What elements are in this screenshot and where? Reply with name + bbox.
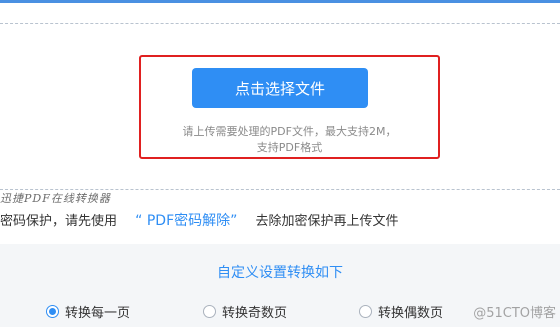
radio-convert-even-pages[interactable]: 转换偶数页 (359, 302, 443, 321)
radio-convert-odd-pages[interactable]: 转换奇数页 (203, 302, 287, 321)
pdf-password-removal-link[interactable]: “ PDF密码解除” (135, 213, 237, 229)
radio-label-odd-pages: 转换奇数页 (222, 306, 288, 321)
select-file-button[interactable]: 点击选择文件 (192, 68, 368, 108)
radio-label-even-pages: 转换偶数页 (378, 306, 444, 321)
radio-unchecked-icon[interactable] (359, 305, 372, 318)
notice-text-after: 去除加密保护再上传文件 (255, 214, 399, 229)
upload-area[interactable]: 点击选择文件 请上传需要处理的PDF文件，最大支持2M， 支持PDF格式 (0, 3, 560, 190)
radio-unchecked-icon[interactable] (203, 305, 216, 318)
notice-text-before: 密码保护，请先使用 (0, 214, 118, 229)
radio-label-every-page: 转换每一页 (65, 306, 131, 321)
handwritten-caption: 迅捷PDF在线转换器 (0, 192, 111, 205)
dashed-divider-top (0, 23, 560, 24)
password-notice: 密码保护，请先使用 “ PDF密码解除” 去除加密保护再上传文件 (0, 210, 399, 230)
site-watermark: @51CTO博客 (473, 306, 556, 321)
radio-checked-icon[interactable] (46, 305, 59, 318)
conversion-settings-panel: 自定义设置转换如下 转换每一页 转换奇数页 转换偶数页 @51CTO博客 (0, 244, 560, 327)
settings-title: 自定义设置转换如下 (217, 265, 343, 281)
radio-convert-every-page[interactable]: 转换每一页 (46, 302, 130, 321)
upload-hint-line2: 支持PDF格式 (256, 141, 323, 154)
upload-hint: 请上传需要处理的PDF文件，最大支持2M， 支持PDF格式 (150, 124, 429, 156)
upload-hint-line1: 请上传需要处理的PDF文件，最大支持2M， (182, 125, 397, 138)
